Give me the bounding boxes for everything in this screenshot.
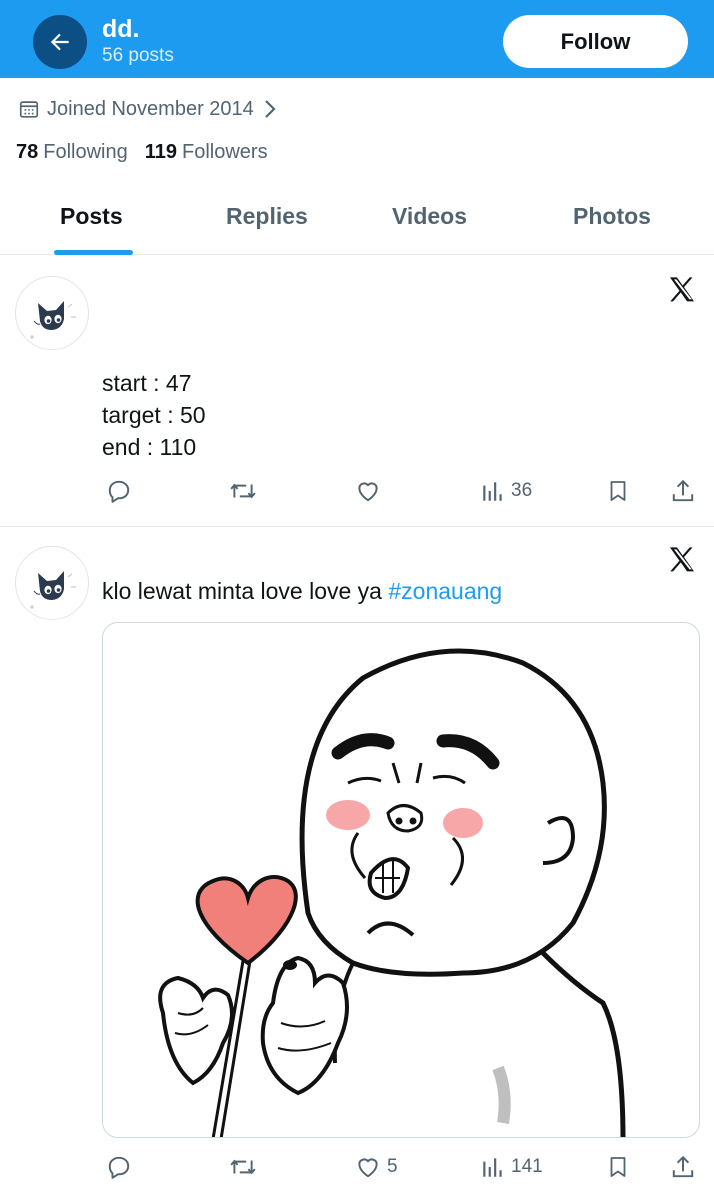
share-icon [672,479,694,502]
share-icon [672,1155,694,1178]
tab-videos[interactable]: Videos [392,203,467,230]
follow-stats: 78 Following 119 Followers [16,141,285,164]
back-arrow-icon [50,33,69,51]
repost-button[interactable] [229,478,257,504]
reply-button[interactable] [106,478,132,504]
views-button[interactable]: 36 [481,478,532,504]
post-text-body: klo lewat minta love love ya [102,578,382,604]
tab-posts[interactable]: Posts [60,203,123,230]
active-tab-indicator [54,250,133,255]
views-count: 141 [511,1156,543,1177]
like-icon [358,1158,378,1178]
chevron-right-icon [265,100,276,118]
share-button[interactable] [670,1154,696,1180]
post-text-line: end : 110 [102,434,197,460]
black-cat-avatar-image [30,571,76,609]
share-button[interactable] [670,478,696,504]
like-icon [358,482,378,502]
avatar[interactable] [15,276,89,350]
joined-date-row[interactable]: Joined November 2014 [18,94,277,124]
x-logo-icon [670,547,694,572]
like-button[interactable]: 5 [355,1154,398,1180]
views-icon [483,482,502,501]
post-media-image[interactable] [102,622,700,1138]
reply-icon [108,480,130,503]
following-link[interactable]: 78 Following [16,141,128,164]
hashtag-link[interactable]: #zonauang [388,578,502,604]
repost-icon [230,1159,256,1175]
post-divider [0,526,714,527]
repost-button[interactable] [229,1154,257,1180]
profile-header-bar: dd. 56 posts Follow [0,0,714,78]
x-logo-icon [670,277,694,302]
back-button[interactable] [33,15,87,69]
tab-replies[interactable]: Replies [226,203,308,230]
tab-photos[interactable]: Photos [573,203,651,230]
reply-button[interactable] [106,1154,132,1180]
profile-name: dd. [102,15,140,43]
bookmark-button[interactable] [606,1154,630,1180]
post-count: 56 posts [102,45,174,66]
reply-icon [108,1156,130,1179]
meme-kiss-heart-illustration [158,648,626,1137]
calendar-icon [19,101,39,118]
following-label: Following [43,141,128,163]
followers-link[interactable]: 119 Followers [145,141,268,164]
views-button[interactable]: 141 [481,1154,543,1180]
views-icon [483,1158,502,1177]
like-count: 5 [387,1156,398,1177]
followers-count: 119 [144,141,177,163]
post-text-line: start : 47 [102,370,192,396]
bookmark-icon [610,481,626,501]
post-text-line: target : 50 [102,402,206,428]
avatar[interactable] [15,546,89,620]
views-count: 36 [511,480,533,501]
black-cat-avatar-image [30,301,76,339]
repost-icon [230,483,256,499]
followers-label: Followers [182,141,268,163]
profile-tabs: Posts Replies Videos Photos [0,190,714,255]
bookmark-button[interactable] [606,478,630,504]
post-text: klo lewat minta love love ya #zonauang [102,578,502,605]
like-button[interactable] [355,478,381,504]
bookmark-icon [610,1157,626,1177]
follow-button[interactable]: Follow [503,15,688,68]
following-count: 78 [16,141,39,163]
joined-date: Joined November 2014 [47,97,254,120]
